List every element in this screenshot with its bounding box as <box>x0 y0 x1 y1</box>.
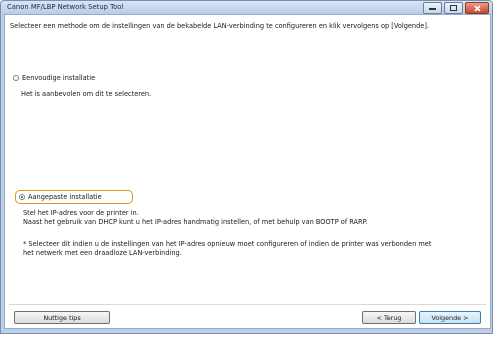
option-custom-note: * Selecteer dit indien u de instellingen… <box>23 240 432 248</box>
radio-simple-install[interactable] <box>13 75 19 81</box>
maximize-button[interactable] <box>444 2 463 14</box>
option-custom-label: Aangepaste installatie <box>28 193 102 201</box>
close-button[interactable] <box>465 2 489 14</box>
footer-divider <box>9 304 486 305</box>
minimize-icon <box>429 8 436 10</box>
option-custom-note-2: het netwerk met een draadloze LAN-verbin… <box>23 249 182 257</box>
title-bar: Canon MF/LBP Network Setup Tool <box>1 1 492 14</box>
next-button[interactable]: Volgende > <box>419 311 481 324</box>
radio-custom-install[interactable] <box>19 194 25 200</box>
close-icon <box>473 4 481 12</box>
option-custom-description-2: Naast het gebruik van DHCP kunt u het IP… <box>23 218 368 226</box>
window-title: Canon MF/LBP Network Setup Tool <box>7 3 124 11</box>
maximize-icon <box>450 5 457 11</box>
option-simple-label: Eenvoudige installatie <box>22 74 96 82</box>
minimize-button[interactable] <box>423 2 442 14</box>
option-custom-description: Stel het IP-adres voor de printer in. <box>23 209 139 217</box>
instruction-text: Selecteer een methode om de instellingen… <box>10 22 430 30</box>
option-custom-install[interactable]: Aangepaste installatie <box>19 193 102 201</box>
dialog-content: Selecteer een methode om de instellingen… <box>4 14 491 329</box>
tips-button[interactable]: Nuttige tips <box>14 311 110 324</box>
back-button[interactable]: < Terug <box>362 311 416 324</box>
setup-window: Canon MF/LBP Network Setup Tool Selectee… <box>0 0 493 334</box>
option-simple-description: Het is aanbevolen om dit te selecteren. <box>21 90 152 98</box>
option-simple-install[interactable]: Eenvoudige installatie <box>13 74 95 82</box>
